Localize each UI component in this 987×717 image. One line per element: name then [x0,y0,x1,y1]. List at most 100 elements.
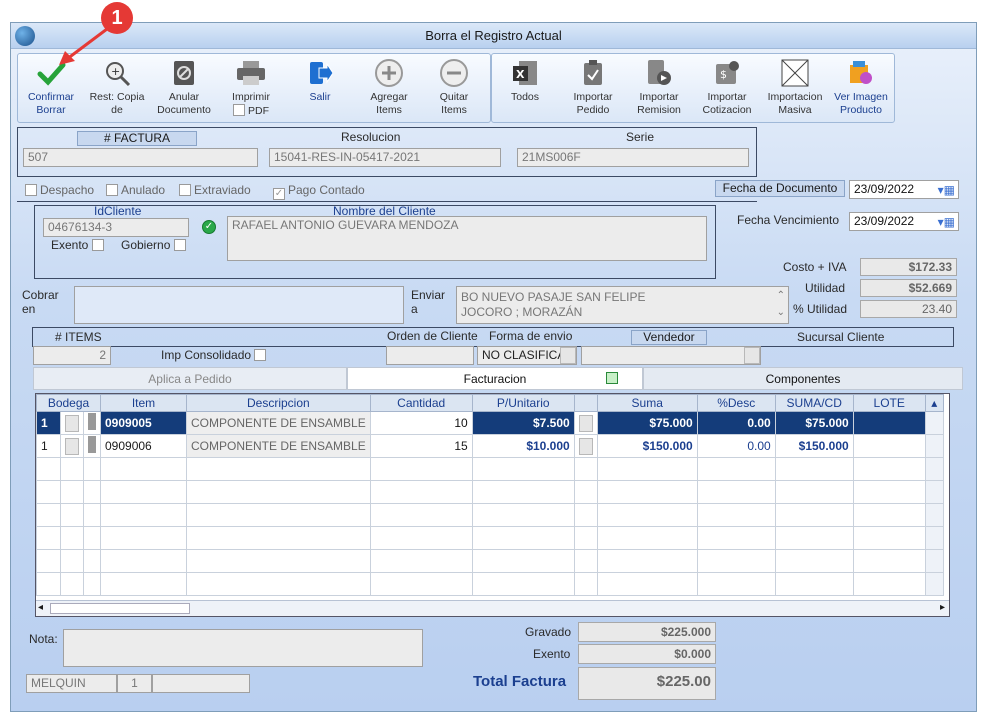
dropdown-icon[interactable] [65,437,79,455]
scrollbar-track[interactable] [924,411,944,435]
exento-checkbox[interactable]: Exento [51,238,107,252]
forma-envio-select[interactable]: NO CLASIFICA [477,346,577,365]
ver-imagen-button[interactable]: Ver Imagen Producto [830,56,892,117]
col-sumacd[interactable]: SUMA/CD [774,394,854,412]
tab-facturacion[interactable]: Facturacion [347,367,643,390]
checkbox[interactable] [25,184,37,196]
salir-button[interactable]: Salir [289,56,351,104]
todos-button[interactable]: X Todos [494,56,556,104]
checkbox[interactable] [254,349,267,361]
col-cantidad[interactable]: Cantidad [369,394,473,412]
enviar-field[interactable]: BO NUEVO PASAJE SAN FELIPE JOCORO ; MORAZ… [456,286,789,324]
scroll-thumb[interactable] [50,603,190,614]
item-cell[interactable]: 0909005 [100,411,187,435]
cobrar-field[interactable] [74,286,404,324]
importar-cotizacion-button[interactable]: $ Importar Cotizacion [696,56,758,117]
tab-aplica-pedido[interactable]: Aplica a Pedido [33,367,347,390]
scrollbar-track[interactable] [924,434,944,458]
table-row[interactable]: 1 0909005 COMPONENTE DE ENSAMBLE 10 $7.5… [36,411,944,435]
suma-cell: $75.000 [596,411,698,435]
descripcion-cell[interactable]: COMPONENTE DE ENSAMBLE [186,411,371,435]
importar-remision-button[interactable]: Importar Remision [628,56,690,117]
cantidad-cell[interactable]: 15 [369,434,473,458]
calendar-icon[interactable]: ▾▦ [938,214,955,230]
anulado-checkbox[interactable]: Anulado [106,183,165,197]
lote-cell[interactable] [852,434,926,458]
desc-cell[interactable]: 0.00 [696,411,776,435]
col-bodega[interactable]: Bodega [36,394,101,412]
dropdown-icon[interactable] [578,437,593,455]
pu-dropdown[interactable] [573,434,598,458]
factura-field[interactable]: 507 [23,148,258,167]
col-descripcion[interactable]: Descripcion [186,394,371,412]
desc-cell[interactable]: 0.00 [696,434,776,458]
col-desc[interactable]: %Desc [696,394,776,412]
importar-pedido-button[interactable]: Importar Pedido [562,56,624,117]
checkbox[interactable] [91,239,104,251]
dropdown-icon[interactable] [65,414,79,432]
scroll-up-icon[interactable]: ⌃ [777,288,785,303]
resolucion-field[interactable]: 15041-RES-IN-05417-2021 [269,148,501,167]
checkbox[interactable] [173,239,186,251]
scroll-right-icon[interactable]: ▸ [940,602,945,613]
tab-status-icon [606,372,618,384]
anular-documento-button[interactable]: Anular Documento [153,56,215,117]
col-suma[interactable]: Suma [596,394,698,412]
serie-field[interactable]: 21MS006F [517,148,749,167]
dropdown-icon[interactable] [560,347,576,364]
imp-consolidado-checkbox[interactable]: Imp Consolidado [161,348,269,362]
label: Items [441,104,467,116]
col-item[interactable]: Item [100,394,187,412]
gravado-field: $225.000 [578,622,716,642]
item-cell[interactable]: 0909006 [100,434,187,458]
nombre-cliente-field[interactable]: RAFAEL ANTONIO GUEVARA MENDOZA [227,216,707,261]
extraviado-checkbox[interactable]: Extraviado [179,183,251,197]
label: Importar [573,91,613,103]
bodega-dropdown[interactable] [60,434,84,458]
agregar-items-button[interactable]: Agregar Items [358,56,420,117]
table-row[interactable]: 1 0909006 COMPONENTE DE ENSAMBLE 15 $10.… [36,434,944,458]
fecha-documento-field[interactable]: 23/09/2022 ▾▦ [849,180,959,199]
descripcion-cell[interactable]: COMPONENTE DE ENSAMBLE [186,434,371,458]
dropdown-icon[interactable] [578,414,593,432]
bodega-dropdown[interactable] [60,411,84,435]
col-lote[interactable]: LOTE [852,394,926,412]
dropdown-icon[interactable] [744,347,760,364]
idcliente-field[interactable]: 04676134-3 [43,218,189,237]
lote-cell[interactable] [852,411,926,435]
factura-label: # FACTURA [77,131,197,146]
cantidad-cell[interactable]: 10 [369,411,473,435]
bodega-cell[interactable]: 1 [36,434,61,458]
checkbox[interactable]: ✓ [273,188,285,200]
pu-dropdown[interactable] [573,411,598,435]
col-punitario[interactable]: P/Unitario [471,394,575,412]
label: Extraviado [194,183,251,197]
checkbox[interactable] [233,104,245,116]
despacho-checkbox[interactable]: Despacho [25,183,94,197]
tab-componentes[interactable]: Componentes [643,367,963,390]
pago-contado-checkbox[interactable]: ✓ Pago Contado [273,183,365,200]
calendar-icon[interactable]: ▾▦ [938,182,955,198]
scroll-down-icon[interactable]: ⌄ [777,305,785,320]
quitar-items-button[interactable]: Quitar Items [423,56,485,117]
vendedor-select[interactable] [581,346,761,365]
checkbox[interactable] [179,184,191,196]
nota-field[interactable] [63,629,423,667]
date-value: 23/09/2022 [854,182,915,196]
punitario-cell[interactable]: $10.000 [471,434,575,458]
orden-cliente-field[interactable] [386,346,474,365]
scrollbar-up[interactable]: ▴ [924,394,944,412]
address-line: BO NUEVO PASAJE SAN FELIPE [461,290,646,304]
imprimir-button[interactable]: Imprimir PDF [220,56,282,118]
bodega-cell[interactable]: 1 [36,411,61,435]
punitario-cell[interactable]: $7.500 [471,411,575,435]
importacion-masiva-button[interactable]: Importacion Masiva [764,56,826,117]
checkbox[interactable] [106,184,118,196]
fecha-vencimiento-field[interactable]: 23/09/2022 ▾▦ [849,212,959,231]
sumacd-cell: $150.000 [774,434,854,458]
pdf-checkbox[interactable]: PDF [220,104,282,118]
gobierno-checkbox[interactable]: Gobierno [121,238,189,252]
horizontal-scrollbar[interactable]: ◂ ▸ [36,600,949,616]
scroll-left-icon[interactable]: ◂ [38,602,43,613]
validate-check-icon[interactable]: ✓ [202,220,216,234]
